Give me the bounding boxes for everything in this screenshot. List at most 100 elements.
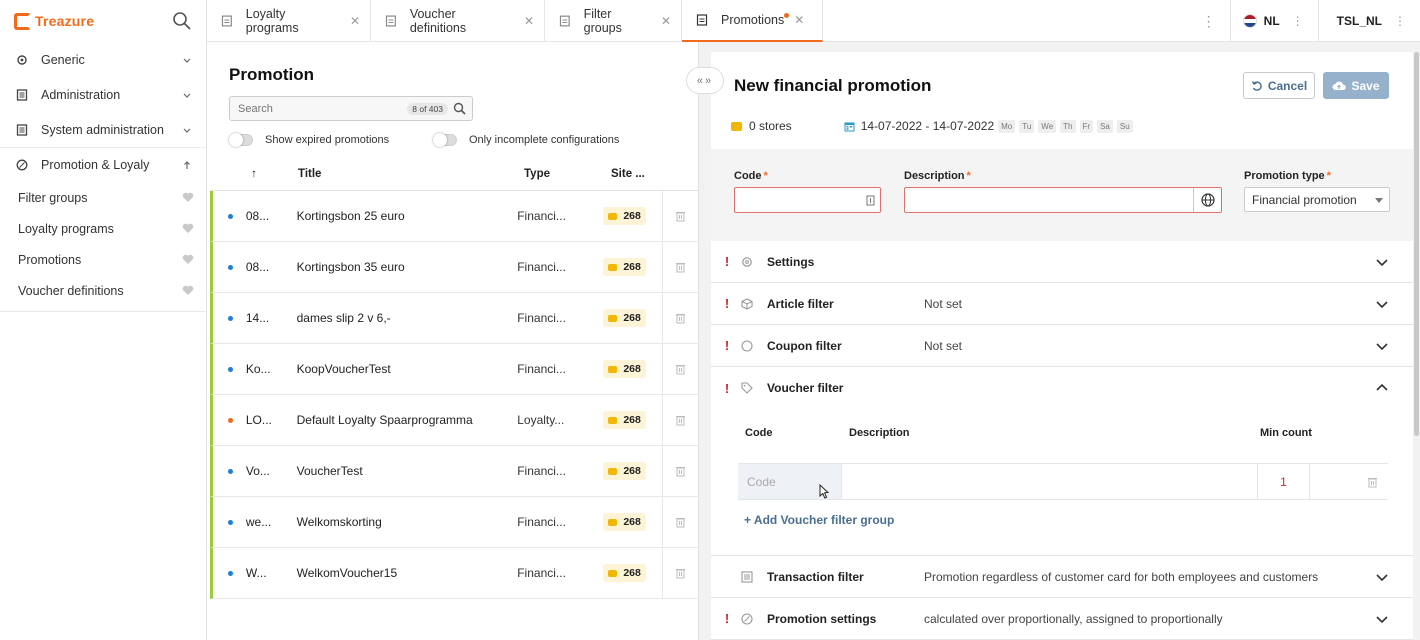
table-row[interactable]: 08... Kortingsbon 25 euro Financi... 268: [210, 190, 699, 242]
cloud-upload-icon: [1332, 81, 1347, 90]
more-options-icon[interactable]: ⋮: [1194, 13, 1224, 30]
column-type[interactable]: Type: [524, 168, 611, 180]
table-row[interactable]: LO... Default Loyalty Spaarprogramma Loy…: [210, 394, 699, 446]
delete-button[interactable]: [661, 343, 699, 395]
search-icon[interactable]: [453, 102, 466, 115]
stores-count[interactable]: 0 stores: [749, 119, 792, 133]
save-button[interactable]: Save: [1323, 72, 1389, 99]
day-badge-sa: Sa: [1097, 119, 1113, 133]
column-site[interactable]: Site ...: [611, 168, 671, 180]
delete-button[interactable]: [661, 190, 699, 242]
double-chevron-left-icon: «: [696, 74, 705, 87]
section-voucher-filter[interactable]: ! Voucher filter: [711, 367, 1413, 409]
sort-arrow-icon[interactable]: ↑: [210, 168, 298, 180]
tab-loyalty-programs[interactable]: Loyalty programs ✕: [207, 0, 371, 42]
chevron-down-icon[interactable]: [1375, 297, 1389, 311]
min-count-input[interactable]: 1: [1258, 464, 1310, 499]
table-row[interactable]: 08... Kortingsbon 35 euro Financi... 268: [210, 241, 699, 293]
translate-button[interactable]: [1193, 188, 1221, 212]
section-settings[interactable]: ! Settings: [711, 241, 1413, 283]
coin-icon: [608, 212, 618, 220]
delete-button[interactable]: [661, 292, 699, 344]
search-box[interactable]: 8 of 403: [229, 96, 473, 121]
heart-icon[interactable]: [182, 254, 194, 265]
sidebar-subitem-label: Promotions: [18, 252, 82, 267]
collapse-panel-button[interactable]: «»: [686, 67, 724, 94]
cancel-button[interactable]: Cancel: [1243, 72, 1315, 99]
section-coupon-filter[interactable]: ! Coupon filter Not set: [711, 325, 1413, 367]
brand: Treazure: [0, 0, 206, 42]
chevron-down-icon[interactable]: [1375, 339, 1389, 353]
tab-voucher-definitions[interactable]: Voucher definitions ✕: [371, 0, 545, 42]
column-code: Code: [745, 427, 773, 439]
chevron-down-icon[interactable]: [1375, 255, 1389, 269]
status-dot: [228, 570, 233, 576]
more-options-icon[interactable]: ⋮: [1292, 14, 1304, 28]
tenant-selector[interactable]: TSL_NL ⋮: [1317, 0, 1420, 42]
heart-icon[interactable]: [182, 192, 194, 203]
column-title[interactable]: Title: [298, 168, 524, 180]
row-title: WelkomVoucher15: [296, 566, 398, 580]
caret-down-icon: [1375, 198, 1383, 203]
globe-icon: [1200, 193, 1215, 207]
section-transaction-filter[interactable]: Transaction filter Promotion regardless …: [711, 556, 1413, 598]
sidebar-subitem-loyalty-programs[interactable]: Loyalty programs: [0, 213, 206, 244]
table-row[interactable]: Vo... VoucherTest Financi... 268: [210, 445, 699, 497]
chevron-down-icon[interactable]: [1375, 570, 1389, 584]
delete-button[interactable]: [661, 394, 699, 446]
section-article-filter[interactable]: ! Article filter Not set: [711, 283, 1413, 325]
tab-filter-groups[interactable]: Filter groups ✕: [545, 0, 682, 42]
row-code: 14...: [245, 311, 270, 325]
delete-button[interactable]: [661, 547, 699, 599]
section-promotion-settings[interactable]: ! Promotion settings calculated over pro…: [711, 598, 1413, 640]
expired-toggle[interactable]: [229, 133, 253, 147]
more-options-icon[interactable]: ⋮: [1394, 14, 1406, 28]
row-title: KoopVoucherTest: [296, 362, 391, 376]
close-icon[interactable]: ✕: [661, 14, 671, 28]
delete-button[interactable]: [1310, 464, 1388, 499]
required-marker: *: [1326, 170, 1331, 182]
chevron-up-icon[interactable]: [1375, 381, 1389, 395]
table-row[interactable]: Ko... KoopVoucherTest Financi... 268: [210, 343, 699, 395]
delete-button[interactable]: [661, 496, 699, 548]
chevron-down-icon[interactable]: [1375, 612, 1389, 626]
table-row[interactable]: 14... dames slip 2 v 6,- Financi... 268: [210, 292, 699, 344]
close-icon[interactable]: ✕: [350, 14, 360, 28]
day-badge-mo: Mo: [998, 119, 1016, 133]
delete-button[interactable]: [661, 445, 699, 497]
scrollbar[interactable]: [1414, 52, 1419, 436]
row-site: 268: [595, 309, 654, 327]
warning-icon: !: [724, 254, 730, 269]
add-voucher-filter-group-button[interactable]: + Add Voucher filter group: [744, 513, 894, 527]
heart-icon[interactable]: [182, 223, 194, 234]
heart-icon[interactable]: [182, 285, 194, 296]
description-input[interactable]: [904, 187, 1222, 213]
close-icon[interactable]: ✕: [524, 14, 534, 28]
language-selector[interactable]: NL ⋮: [1229, 0, 1318, 42]
sidebar-item-generic[interactable]: Generic: [0, 42, 206, 77]
code-input[interactable]: [734, 187, 881, 213]
tab-promotions[interactable]: Promotions ✕: [682, 0, 823, 42]
promotion-type-select[interactable]: Financial promotion: [1244, 187, 1390, 212]
day-badge-we: We: [1038, 119, 1057, 133]
sidebar-item-promotion-loyalty[interactable]: Promotion & Loyaly: [0, 147, 206, 182]
search-input[interactable]: [238, 102, 408, 115]
document-icon: [221, 15, 232, 27]
document-icon: [16, 123, 28, 136]
sidebar-subitem-promotions[interactable]: Promotions: [0, 244, 206, 275]
sidebar-item-system-administration[interactable]: System administration: [0, 112, 206, 147]
row-type: Loyalty...: [517, 413, 565, 427]
table-row[interactable]: we... Welkomskorting Financi... 268: [210, 496, 699, 548]
search-icon[interactable]: [172, 11, 192, 31]
delete-button[interactable]: [661, 241, 699, 293]
incomplete-toggle[interactable]: [433, 133, 457, 147]
sidebar-subitem-voucher-definitions[interactable]: Voucher definitions: [0, 275, 206, 306]
date-range[interactable]: 14-07-2022 - 14-07-2022: [861, 119, 994, 133]
trash-icon: [676, 416, 686, 426]
sidebar-item-administration[interactable]: Administration: [0, 77, 206, 112]
table-row[interactable]: W... WelkomVoucher15 Financi... 268: [210, 547, 699, 599]
sidebar-subitem-filter-groups[interactable]: Filter groups: [0, 182, 206, 213]
close-icon[interactable]: ✕: [794, 13, 804, 27]
treazure-logo-icon: [14, 12, 31, 30]
row-site: 268: [595, 207, 654, 225]
